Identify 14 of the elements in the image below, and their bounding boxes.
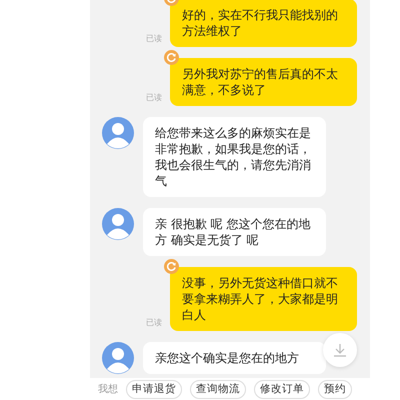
- message-text: 亲 很抱歉 呢 您这个您在的地方 确实是无货了 呢: [155, 216, 312, 248]
- message-text: 另外我对苏宁的售后真的不太满意，不多说了: [182, 66, 339, 98]
- message-text: 没事，另外无货这种借口就不要拿来糊弄人了，大家都是明白人: [182, 275, 339, 323]
- read-status: 已读: [146, 92, 162, 103]
- quick-reply-chip[interactable]: 修改订单: [254, 380, 310, 398]
- read-status: 已读: [146, 317, 162, 328]
- quick-reply-label: 我想: [98, 382, 118, 396]
- quick-reply-chip[interactable]: 预约: [318, 380, 352, 398]
- read-status: 已读: [146, 33, 162, 44]
- quick-reply-chip[interactable]: 申请退货: [126, 380, 182, 398]
- message-text: 好的，实在不行我只能找别的方法维权了: [182, 7, 339, 39]
- quick-reply-chip[interactable]: 查询物流: [190, 380, 246, 398]
- message-text: 亲您这个确实是您在的地方: [155, 350, 300, 366]
- message-text: 给您带来这么多的麻烦实在是非常抱歉，如果我是您的话，我也会很生气的，请您先消消气: [155, 125, 312, 189]
